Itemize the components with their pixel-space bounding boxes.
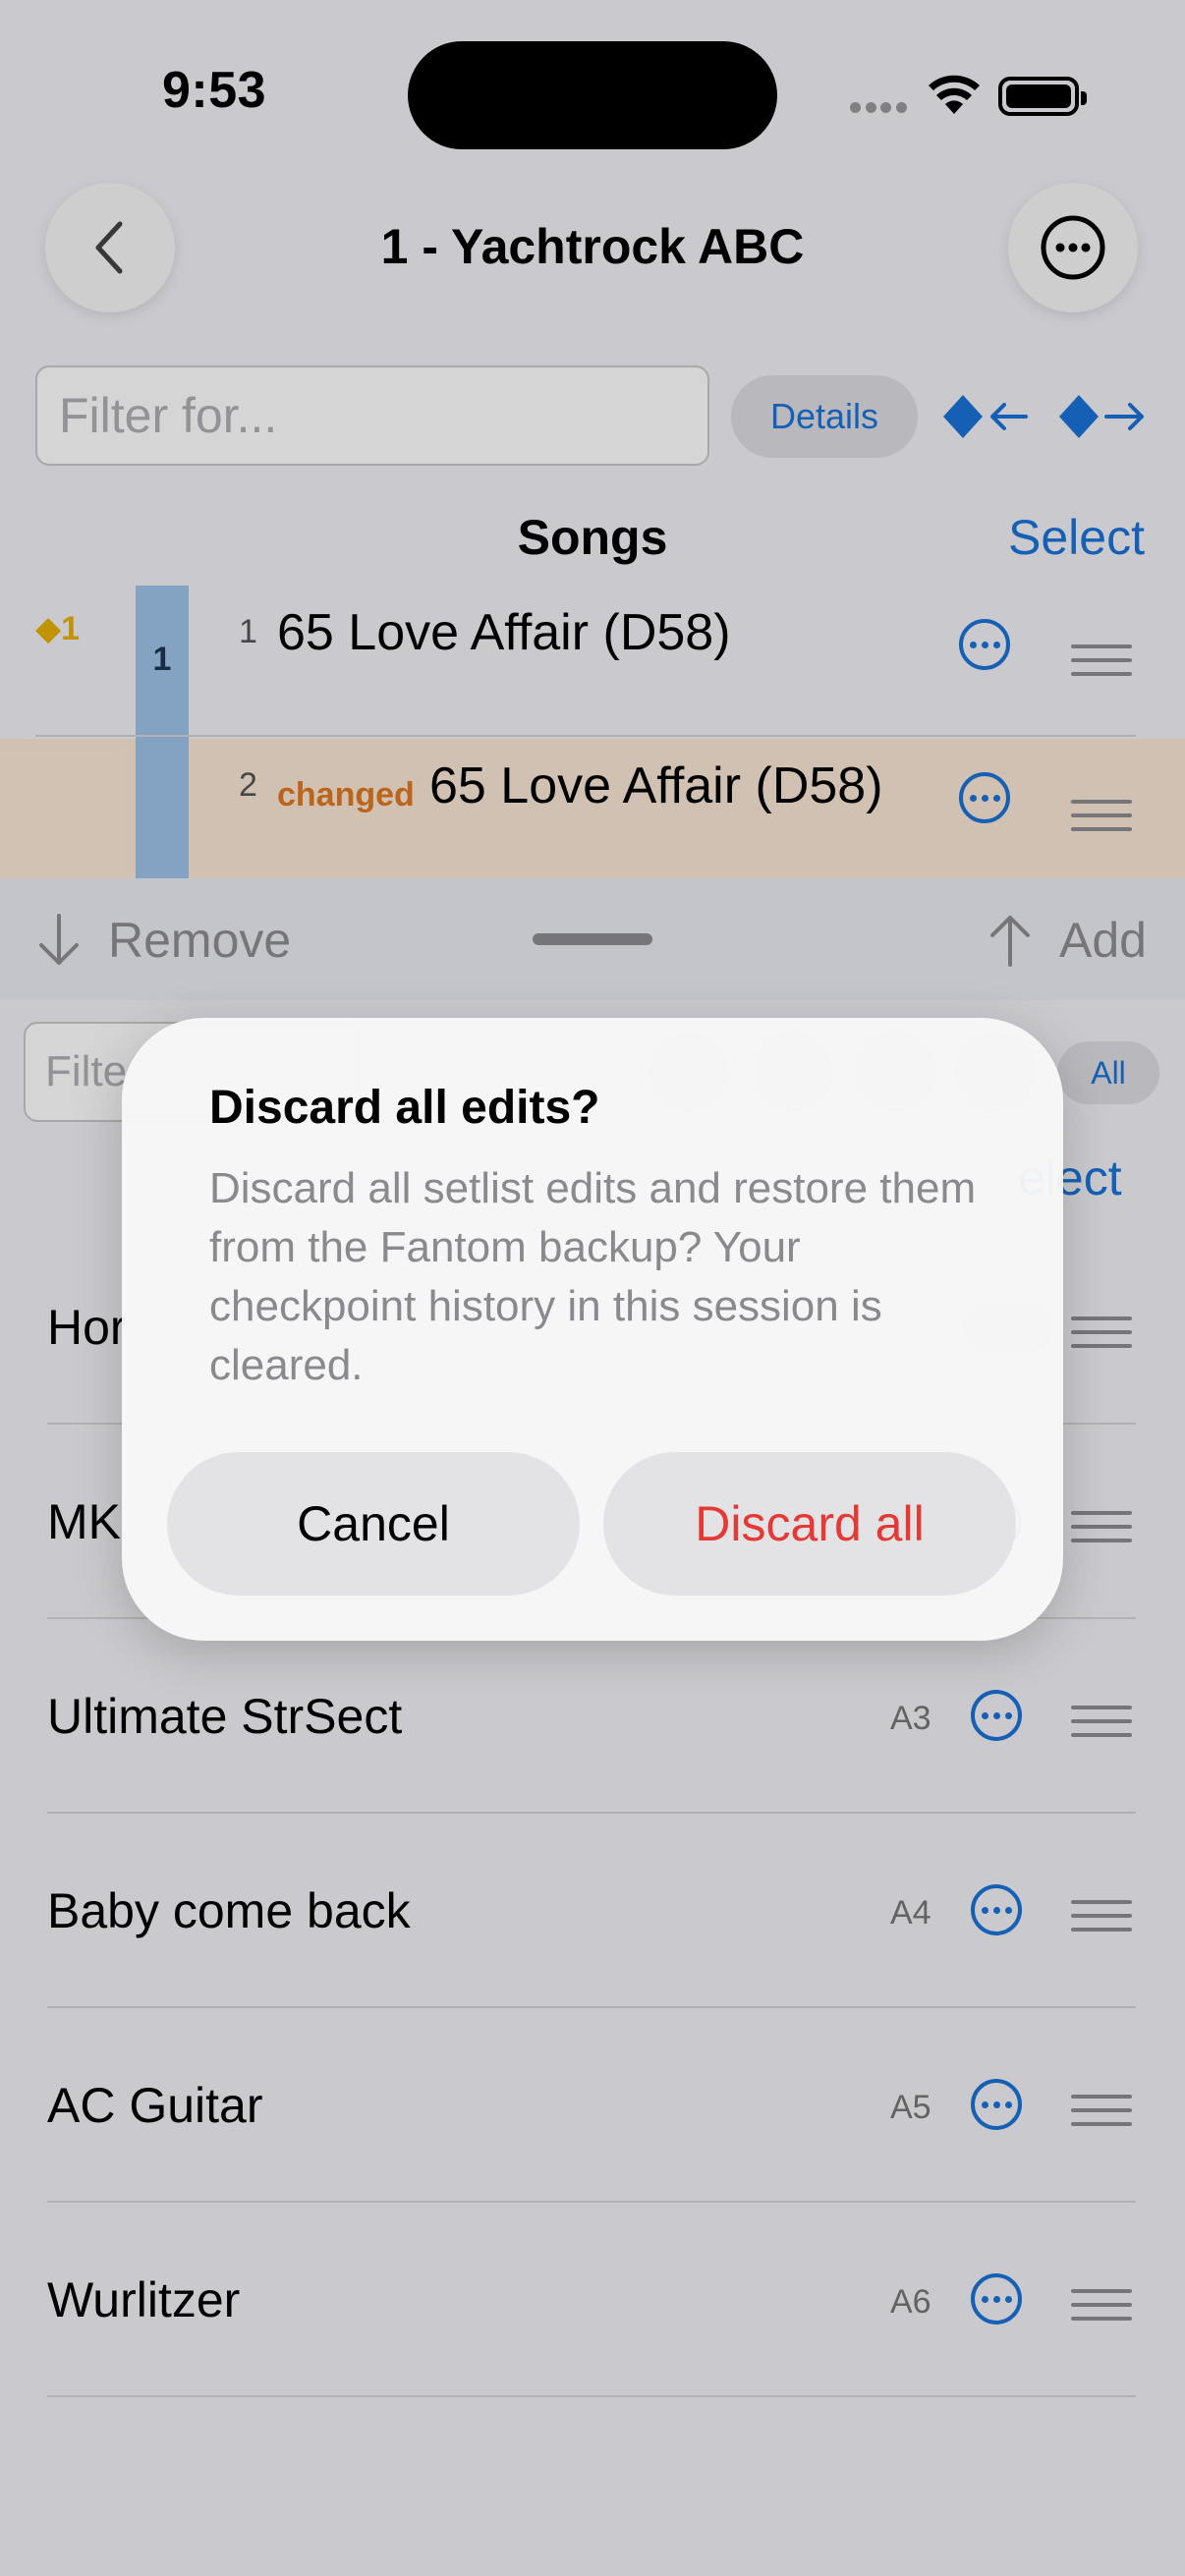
cancel-button[interactable]: Cancel bbox=[167, 1452, 580, 1596]
alert-title: Discard all edits? bbox=[209, 1082, 600, 1134]
discard-all-button[interactable]: Discard all bbox=[603, 1452, 1016, 1596]
alert-message: Discard all setlist edits and restore th… bbox=[209, 1164, 977, 1389]
